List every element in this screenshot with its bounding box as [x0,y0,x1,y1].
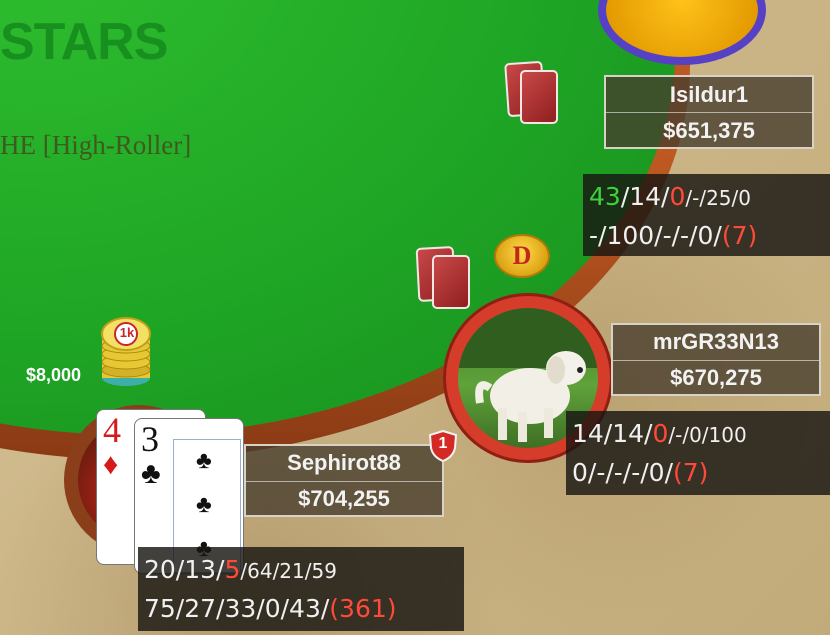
hud-stats-isildur[interactable]: 43/14/0/-/25/0 -/100/-/-/0/(7) [583,174,830,256]
hud-3bet: 5 [224,555,241,584]
hud-stats-line2: -/100/-/-/0/ [589,221,722,250]
bet-amount: $8,000 [26,365,82,385]
hud-hands: (7) [721,221,758,250]
club-icon: ♣ [196,448,212,474]
table-logo: STARS [0,13,168,71]
hud-vpip-pfr: 14/14/ [572,419,653,448]
player-stack: $670,275 [670,364,762,390]
dealer-button-icon: D [494,234,550,278]
hud-stats-hero[interactable]: 20/13/5/64/21/59 75/27/33/0/43/(361) [138,547,464,631]
hud-stats-mrgr[interactable]: 14/14/0/-/0/100 0/-/-/-/0/(7) [566,411,830,495]
player-name: Sephirot88 [246,446,442,482]
card-rank: 3 [141,419,159,459]
badge-number: 1 [438,435,448,452]
hud-hands: (7) [673,458,709,487]
hud-3bet: 0 [669,182,686,211]
hud-line-1: 14/14/0/-/0/100 [572,415,824,454]
hud-line-2: 75/27/33/0/43/(361) [144,590,458,627]
hud-stats-line2: 75/27/33/0/43/ [144,594,330,623]
player-name: Isildur1 [606,77,812,113]
shield-badge-icon: 1 [428,429,458,463]
hud-line-1: 43/14/0/-/25/0 [589,178,824,217]
game-label: HE [High-Roller] [0,130,192,160]
hud-vpip-pfr: 20/13/ [144,555,225,584]
player-plate-hero[interactable]: Sephirot88 $704,255 [244,444,444,517]
hud-line-1: 20/13/5/64/21/59 [144,551,458,590]
hud-stats-rest: /64/21/59 [240,559,337,583]
hud-stats-rest: /-/25/0 [685,186,751,210]
player-name: mrGR33N13 [613,325,819,361]
club-icon: ♣ [141,457,161,490]
chip-denomination: 1k [119,325,135,340]
hud-line-2: -/100/-/-/0/(7) [589,217,824,254]
player-plate-mrgr[interactable]: mrGR33N13 $670,275 [611,323,821,396]
card-back-icon [432,255,470,309]
hud-vpip: 43 [589,182,621,211]
hud-stats-line2: 0/-/-/-/0/ [572,458,673,487]
hud-3bet: 0 [652,419,669,448]
club-icon: ♣ [196,492,212,518]
diamond-icon: ♦ [103,448,119,481]
hud-hands: (361) [329,594,397,623]
card-rank: 4 [103,410,121,450]
player-stack: $651,375 [663,117,755,143]
hud-line-2: 0/-/-/-/0/(7) [572,454,824,491]
player-stack: $704,255 [298,485,390,511]
hud-pfr: /14/ [620,182,670,211]
player-plate-isildur[interactable]: Isildur1 $651,375 [604,75,814,149]
hud-stats-rest: /-/0/100 [668,423,747,447]
card-back-icon [520,70,558,124]
